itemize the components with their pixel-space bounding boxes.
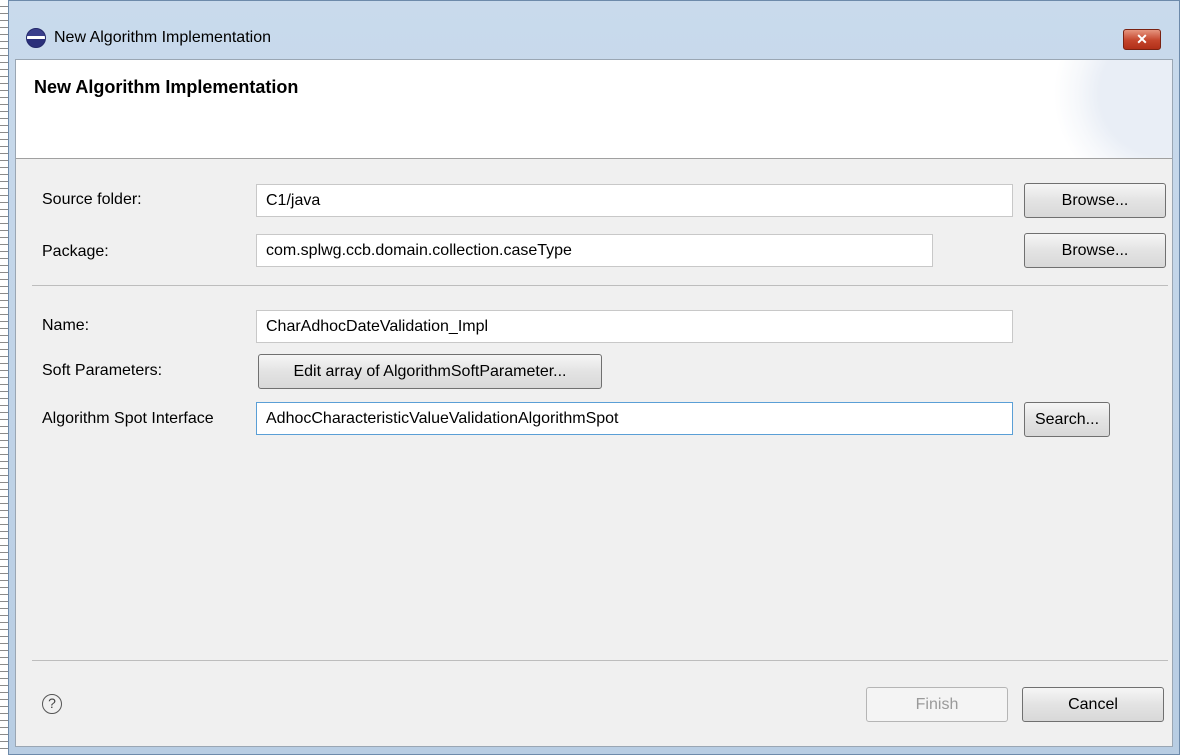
source-folder-label: Source folder: — [42, 191, 142, 208]
close-button[interactable]: ✕ — [1123, 29, 1161, 50]
help-icon[interactable]: ? — [42, 694, 62, 714]
name-input[interactable]: CharAdhocDateValidation_Impl — [256, 310, 1013, 343]
footer-divider — [32, 660, 1168, 661]
finish-button[interactable]: Finish — [866, 687, 1008, 722]
package-label: Package: — [42, 243, 109, 260]
title-bar: New Algorithm Implementation ✕ — [9, 1, 1179, 59]
eclipse-icon — [26, 28, 46, 48]
package-input[interactable]: com.splwg.ccb.domain.collection.caseType — [256, 234, 933, 267]
browse-source-folder-button[interactable]: Browse... — [1024, 183, 1166, 218]
browse-package-button[interactable]: Browse... — [1024, 233, 1166, 268]
banner-divider — [16, 158, 1172, 159]
banner-graphic — [1042, 60, 1172, 158]
soft-parameters-label: Soft Parameters: — [42, 362, 163, 379]
algorithm-spot-label: Algorithm Spot Interface — [42, 410, 214, 427]
section-divider — [32, 285, 1168, 286]
window-title: New Algorithm Implementation — [54, 29, 271, 46]
cancel-button[interactable]: Cancel — [1022, 687, 1164, 722]
background-edge — [0, 0, 8, 755]
close-icon: ✕ — [1136, 31, 1148, 47]
dialog-client: New Algorithm Implementation Source fold… — [15, 59, 1173, 747]
name-label: Name: — [42, 317, 90, 334]
page-title: New Algorithm Implementation — [34, 77, 299, 97]
search-button[interactable]: Search... — [1024, 402, 1110, 437]
source-folder-input[interactable]: C1/java — [256, 184, 1013, 217]
edit-soft-parameters-button[interactable]: Edit array of AlgorithmSoftParameter... — [258, 354, 602, 389]
dialog-window: New Algorithm Implementation ✕ New Algor… — [8, 0, 1180, 755]
algorithm-spot-input[interactable]: AdhocCharacteristicValueValidationAlgori… — [256, 402, 1013, 435]
wizard-banner: New Algorithm Implementation — [16, 60, 1172, 158]
